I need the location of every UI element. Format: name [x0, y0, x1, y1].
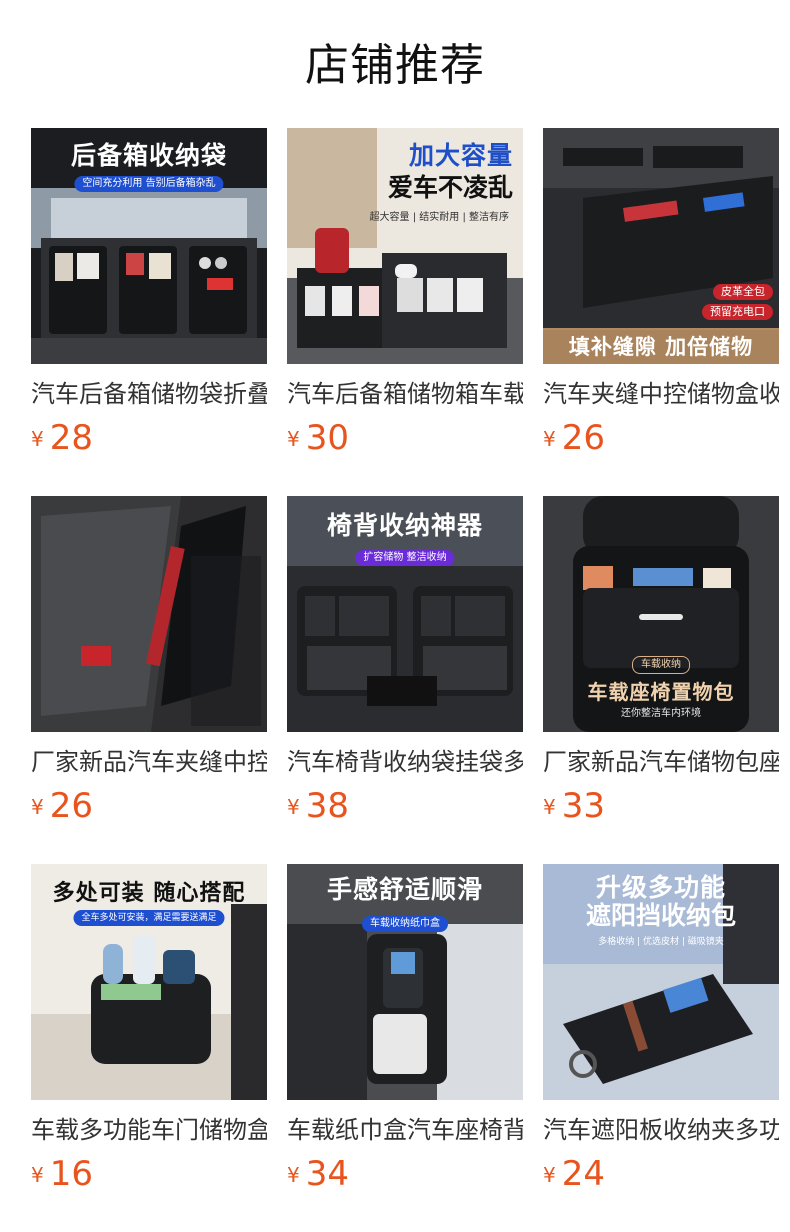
product-image[interactable]: 加大容量 爱车不凌乱 超大容量 | 结实耐用 | 整洁有序 — [287, 128, 523, 364]
price-value: 33 — [561, 786, 605, 826]
image-subline: 超大容量 | 结实耐用 | 整洁有序 — [369, 212, 509, 223]
product-price: ¥26 — [31, 786, 267, 826]
currency-symbol: ¥ — [543, 795, 556, 819]
product-card[interactable]: 手感舒适顺滑 车载收纳纸巾盒 车载纸巾盒汽车座椅背挂式 ¥34 — [287, 864, 523, 1194]
image-badge: 皮革全包 — [713, 284, 773, 300]
product-name[interactable]: 厂家新品汽车储物包座椅置物 — [543, 746, 779, 778]
product-image[interactable]: 后备箱收纳袋 空间充分利用 告别后备箱杂乱 — [31, 128, 267, 364]
product-price: ¥16 — [31, 1154, 267, 1194]
product-image[interactable]: 升级多功能 遮阳挡收纳包 多格收纳 | 优选皮材 | 磁吸镜夹 — [543, 864, 779, 1100]
image-subline: 空间充分利用 告别后备箱杂乱 — [74, 176, 224, 192]
console-gap-box-illustration — [31, 496, 267, 732]
currency-symbol: ¥ — [31, 1163, 44, 1187]
price-value: 16 — [49, 1154, 93, 1194]
product-card[interactable]: 车载收纳 车载座椅置物包 还你整洁车内环境 厂家新品汽车储物包座椅置物 ¥33 — [543, 496, 779, 826]
price-value: 26 — [49, 786, 93, 826]
page-title: 店铺推荐 — [305, 40, 485, 91]
price-value: 28 — [49, 418, 93, 458]
image-subline: 还你整洁车内环境 — [621, 708, 701, 719]
image-subline: 扩容储物 整洁收纳 — [355, 550, 455, 566]
image-footer: 填补缝隙 加倍储物 — [543, 330, 779, 364]
product-price: ¥34 — [287, 1154, 523, 1194]
price-value: 30 — [305, 418, 349, 458]
product-price: ¥26 — [543, 418, 779, 458]
price-value: 38 — [305, 786, 349, 826]
product-price: ¥38 — [287, 786, 523, 826]
image-subline: 多格收纳 | 优选皮材 | 磁吸镜夹 — [598, 937, 724, 947]
currency-symbol: ¥ — [31, 427, 44, 451]
price-value: 34 — [305, 1154, 349, 1194]
product-price: ¥24 — [543, 1154, 779, 1194]
currency-symbol: ¥ — [543, 1163, 556, 1187]
product-price: ¥33 — [543, 786, 779, 826]
product-card[interactable]: 皮革全包 预留充电口 填补缝隙 加倍储物 汽车夹缝中控储物盒收纳盒 ¥26 — [543, 128, 779, 458]
product-name[interactable]: 汽车椅背收纳袋挂袋多功能 — [287, 746, 523, 778]
product-name[interactable]: 厂家新品汽车夹缝中控储物盒 — [31, 746, 267, 778]
image-headline: 加大容量 — [408, 141, 513, 170]
price-value: 24 — [561, 1154, 605, 1194]
product-card[interactable]: 加大容量 爱车不凌乱 超大容量 | 结实耐用 | 整洁有序 汽车后备箱储物箱车载… — [287, 128, 523, 458]
product-name[interactable]: 车载多功能车门储物盒收纳 — [31, 1114, 267, 1146]
product-name[interactable]: 汽车遮阳板收纳夹多功能 — [543, 1114, 779, 1146]
product-image[interactable]: 车载收纳 车载座椅置物包 还你整洁车内环境 — [543, 496, 779, 732]
product-name[interactable]: 车载纸巾盒汽车座椅背挂式 — [287, 1114, 523, 1146]
currency-symbol: ¥ — [543, 427, 556, 451]
image-headline-2: 遮阳挡收纳包 — [585, 901, 736, 930]
image-subline: 全车多处可安装，满足需要送满足 — [73, 910, 225, 926]
product-image[interactable]: 椅背收纳神器 扩容储物 整洁收纳 — [287, 496, 523, 732]
image-headline: 车载座椅置物包 — [587, 680, 735, 704]
product-card[interactable]: 椅背收纳神器 扩容储物 整洁收纳 汽车椅背收纳袋挂袋多功能 ¥38 — [287, 496, 523, 826]
product-card[interactable]: 厂家新品汽车夹缝中控储物盒 ¥26 — [31, 496, 267, 826]
image-headline: 多处可装 随心搭配 — [52, 881, 246, 906]
image-headline-2: 爱车不凌乱 — [387, 173, 513, 202]
image-headline: 手感舒适顺滑 — [326, 875, 483, 904]
currency-symbol: ¥ — [287, 795, 300, 819]
product-name[interactable]: 汽车后备箱储物袋折叠置物箱 — [31, 378, 267, 410]
currency-symbol: ¥ — [31, 795, 44, 819]
price-value: 26 — [561, 418, 605, 458]
product-card[interactable]: 升级多功能 遮阳挡收纳包 多格收纳 | 优选皮材 | 磁吸镜夹 汽车遮阳板收纳夹… — [543, 864, 779, 1194]
image-badge: 预留充电口 — [702, 304, 773, 320]
currency-symbol: ¥ — [287, 427, 300, 451]
product-card[interactable]: 多处可装 随心搭配 全车多处可安装，满足需要送满足 车载多功能车门储物盒收纳 ¥… — [31, 864, 267, 1194]
image-subline: 车载收纳纸巾盒 — [362, 916, 448, 932]
gap-filler-illustration — [543, 128, 779, 364]
currency-symbol: ¥ — [287, 1163, 300, 1187]
image-headline: 椅背收纳神器 — [326, 511, 483, 540]
product-image[interactable]: 皮革全包 预留充电口 填补缝隙 加倍储物 — [543, 128, 779, 364]
product-image[interactable] — [31, 496, 267, 732]
product-price: ¥28 — [31, 418, 267, 458]
image-badge: 车载收纳 — [632, 656, 690, 674]
product-name[interactable]: 汽车后备箱储物箱车载收纳箱 — [287, 378, 523, 410]
product-card[interactable]: 后备箱收纳袋 空间充分利用 告别后备箱杂乱 汽车后备箱储物袋折叠置物箱 ¥28 — [31, 128, 267, 458]
product-image[interactable]: 手感舒适顺滑 车载收纳纸巾盒 — [287, 864, 523, 1100]
product-name[interactable]: 汽车夹缝中控储物盒收纳盒 — [543, 378, 779, 410]
image-headline: 后备箱收纳袋 — [70, 141, 227, 170]
product-image[interactable]: 多处可装 随心搭配 全车多处可安装，满足需要送满足 — [31, 864, 267, 1100]
product-price: ¥30 — [287, 418, 523, 458]
